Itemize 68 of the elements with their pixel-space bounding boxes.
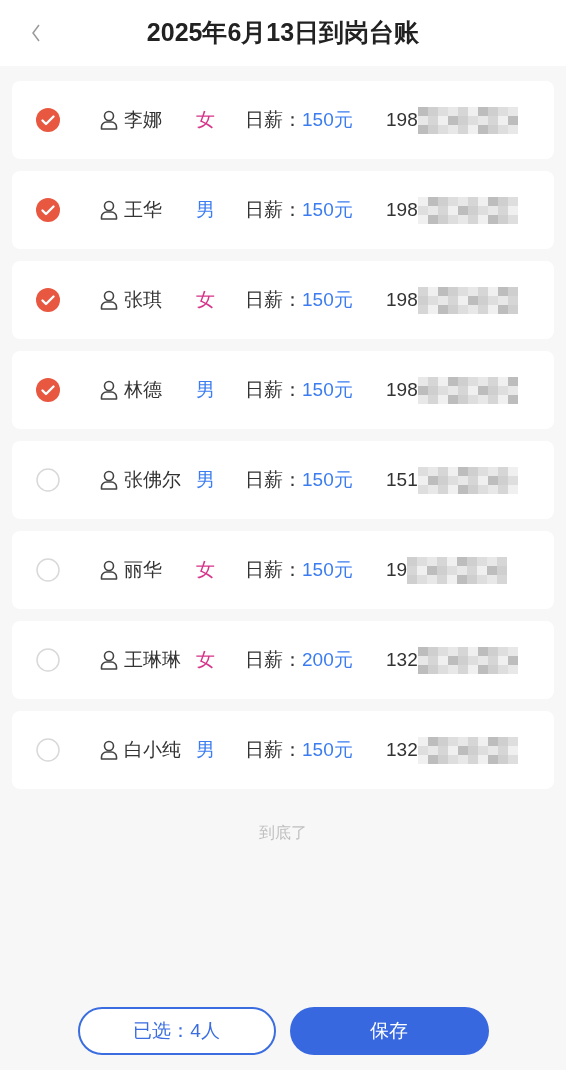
- gender-label: 男: [196, 737, 216, 762]
- gender-label: 男: [196, 377, 216, 402]
- gender-label: 女: [196, 557, 216, 582]
- worker-name: 张佛尔: [124, 467, 182, 492]
- worker-name: 白小纯: [124, 737, 182, 762]
- worker-card[interactable]: 张佛尔 男 日薪：150元 151: [12, 441, 554, 519]
- checked-checkbox[interactable]: [36, 378, 60, 402]
- worker-card[interactable]: 丽华 女 日薪：150元 19: [12, 531, 554, 609]
- worker-card[interactable]: 白小纯 男 日薪：150元 132: [12, 711, 554, 789]
- wage-value: 150元: [302, 467, 354, 492]
- worker-card[interactable]: 李娜 女 日薪：150元 198: [12, 81, 554, 159]
- unchecked-checkbox[interactable]: [36, 738, 60, 762]
- phone-prefix: 198: [386, 287, 418, 312]
- wage-value: 200元: [302, 647, 354, 672]
- worker-name: 林德: [124, 377, 163, 402]
- worker-name: 王琳琳: [124, 647, 182, 672]
- worker-name: 丽华: [124, 557, 163, 582]
- wage-value: 150元: [302, 197, 354, 222]
- save-button[interactable]: 保存: [289, 1007, 489, 1055]
- worker-card[interactable]: 林德 男 日薪：150元 198: [12, 351, 554, 429]
- selected-count-button[interactable]: 已选：4人: [77, 1007, 276, 1055]
- person-icon: [100, 200, 118, 220]
- phone-prefix: 132: [386, 647, 418, 672]
- gender-label: 男: [196, 197, 216, 222]
- phone-prefix: 198: [386, 377, 418, 402]
- gender-label: 女: [196, 287, 216, 312]
- phone-prefix: 198: [386, 197, 418, 222]
- worker-card[interactable]: 王琳琳 女 日薪：200元 132: [12, 621, 554, 699]
- wage-label: 日薪：: [245, 557, 302, 582]
- phone-prefix: 198: [386, 107, 418, 132]
- wage-label: 日薪：: [245, 377, 302, 402]
- wage-label: 日薪：: [245, 287, 302, 312]
- checked-checkbox[interactable]: [36, 108, 60, 132]
- worker-card[interactable]: 张琪 女 日薪：150元 198: [12, 261, 554, 339]
- checked-checkbox[interactable]: [36, 198, 60, 222]
- wage-label: 日薪：: [245, 737, 302, 762]
- wage-value: 150元: [302, 737, 354, 762]
- unchecked-checkbox[interactable]: [36, 648, 60, 672]
- unchecked-checkbox[interactable]: [36, 558, 60, 582]
- wage-label: 日薪：: [245, 107, 302, 132]
- page-title: 2025年6月13日到岗台账: [146, 17, 420, 49]
- phone-prefix: 151: [386, 467, 418, 492]
- gender-label: 男: [196, 467, 216, 492]
- wage-value: 150元: [302, 377, 354, 402]
- person-icon: [100, 110, 118, 130]
- checked-checkbox[interactable]: [36, 288, 60, 312]
- wage-label: 日薪：: [245, 647, 302, 672]
- phone-prefix: 19: [386, 557, 408, 582]
- wage-value: 150元: [302, 557, 354, 582]
- person-icon: [100, 560, 118, 580]
- wage-value: 150元: [302, 107, 354, 132]
- unchecked-checkbox[interactable]: [36, 468, 60, 492]
- worker-card[interactable]: 王华 男 日薪：150元 198: [12, 171, 554, 249]
- wage-value: 150元: [302, 287, 354, 312]
- wage-label: 日薪：: [245, 467, 302, 492]
- person-icon: [100, 470, 118, 490]
- gender-label: 女: [196, 107, 216, 132]
- gender-label: 女: [196, 647, 216, 672]
- back-icon[interactable]: [30, 23, 42, 43]
- phone-prefix: 132: [386, 737, 418, 762]
- worker-name: 李娜: [124, 107, 163, 132]
- person-icon: [100, 380, 118, 400]
- worker-name: 王华: [124, 197, 163, 222]
- person-icon: [100, 740, 118, 760]
- worker-name: 张琪: [124, 287, 163, 312]
- person-icon: [100, 290, 118, 310]
- wage-label: 日薪：: [245, 197, 302, 222]
- person-icon: [100, 650, 118, 670]
